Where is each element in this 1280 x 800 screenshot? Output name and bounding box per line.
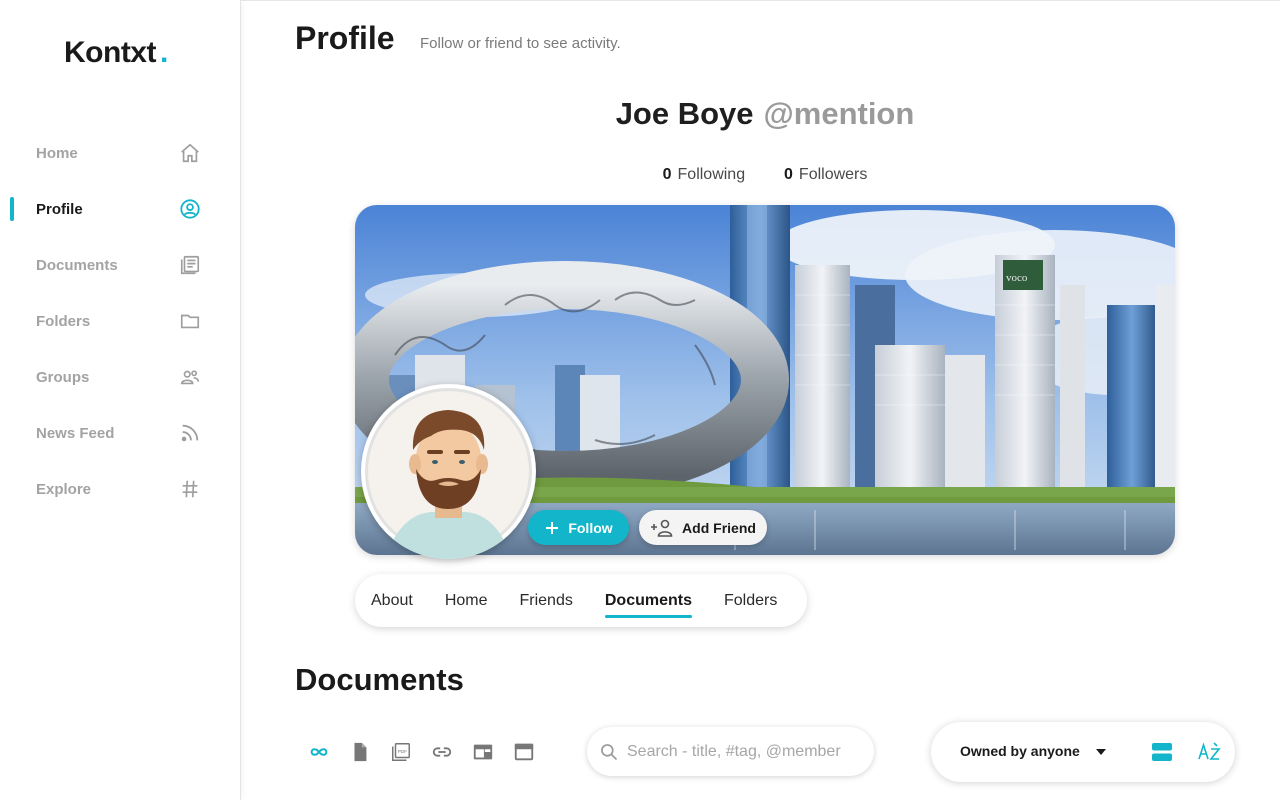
page-title: Profile [295,20,395,56]
sidebar-item-label: Groups [36,368,90,386]
list-view-icon[interactable] [1151,742,1173,762]
search-input[interactable] [627,742,867,761]
sidebar-item-explore[interactable]: Explore [0,461,240,517]
web-icon[interactable] [471,740,495,764]
profile-tabs: About Home Friends Documents Folders [355,574,807,627]
infinity-icon[interactable] [307,740,331,764]
avatar-illustration [365,388,532,559]
profile-stats: 0 Following 0 Followers [355,166,1175,184]
follow-button-label: Follow [568,519,613,536]
tab-about[interactable]: About [371,592,413,610]
pdf-icon[interactable]: PDF [389,740,413,764]
following-stat[interactable]: 0 Following [663,166,746,183]
profile-display-name: Joe Boye [615,96,754,131]
sidebar: Kontxt. Home Profile Documents Folders G… [0,0,241,800]
sidebar-item-documents[interactable]: Documents [0,237,240,293]
sidebar-nav: Home Profile Documents Folders Groups Ne… [0,125,240,517]
profile-avatar[interactable] [361,384,536,559]
documents-section-title: Documents [295,662,464,697]
active-indicator [10,197,14,221]
user-circle-icon [178,197,202,221]
add-person-icon [651,519,673,537]
owner-filter-dropdown[interactable]: Owned by anyone [960,743,1080,759]
svg-text:PDF: PDF [398,749,407,754]
documents-icon [178,253,202,277]
document-type-filters: PDF [307,740,536,764]
sidebar-item-label: Home [36,144,78,162]
sort-az-icon[interactable] [1197,739,1223,765]
followers-stat[interactable]: 0 Followers [784,166,867,183]
followers-label: Followers [798,166,868,183]
profile-handle: @mention [763,96,915,131]
tab-folders[interactable]: Folders [724,592,777,610]
sidebar-item-profile[interactable]: Profile [0,181,240,237]
add-friend-button-label: Add Friend [682,519,756,536]
sidebar-item-folders[interactable]: Folders [0,293,240,349]
window-icon[interactable] [512,740,536,764]
folder-icon [178,309,202,333]
sidebar-item-label: News Feed [36,424,115,442]
group-icon [178,365,202,389]
following-count: 0 [662,166,672,183]
document-filter-bar: Owned by anyone [931,722,1235,782]
app-logo[interactable]: Kontxt. [64,36,168,70]
rss-icon [178,421,202,445]
hashtag-icon [178,477,202,501]
tab-friends[interactable]: Friends [520,592,573,610]
sidebar-item-news-feed[interactable]: News Feed [0,405,240,461]
plus-icon [546,521,559,534]
sidebar-item-home[interactable]: Home [0,125,240,181]
profile-name: Joe Boye @mention [355,96,1175,132]
add-friend-button[interactable]: Add Friend [639,510,767,545]
file-icon[interactable] [348,740,372,764]
sidebar-item-label: Profile [36,200,83,218]
document-search[interactable] [587,727,874,776]
sidebar-item-groups[interactable]: Groups [0,349,240,405]
sidebar-item-label: Documents [36,256,118,274]
follow-button[interactable]: Follow [528,510,629,545]
tab-home[interactable]: Home [445,592,488,610]
svg-text:voco: voco [1006,272,1028,284]
sidebar-item-label: Folders [36,312,91,330]
link-icon[interactable] [430,740,454,764]
followers-count: 0 [784,166,793,183]
tab-documents[interactable]: Documents [604,592,693,618]
following-label: Following [677,166,746,183]
page-subtitle: Follow or friend to see activity. [420,35,621,52]
search-icon [601,743,618,760]
sidebar-item-label: Explore [36,480,92,498]
home-icon [178,141,202,165]
chevron-down-icon[interactable] [1096,749,1106,755]
